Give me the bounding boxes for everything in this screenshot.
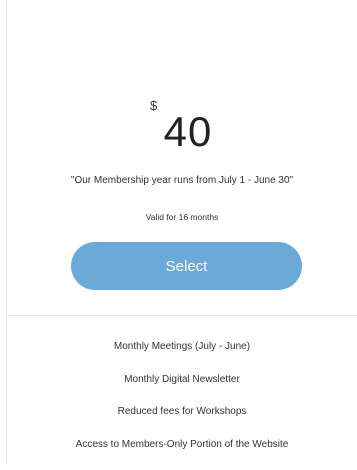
feature-list: Monthly Meetings (July - June) Monthly D… [7,340,357,470]
membership-year-note: "Our Membership year runs from July 1 - … [7,175,357,186]
divider [7,315,357,316]
feature-item: Monthly Meetings (July - June) [7,340,357,373]
feature-item: Monthly Digital Newsletter [7,373,357,406]
feature-item: Reduced fees for Workshops [7,405,357,438]
price-amount: 40 [7,108,357,156]
membership-plan-card: $ 40 "Our Membership year runs from July… [6,0,357,463]
select-button[interactable]: Select [71,242,302,290]
validity-text: Valid for 16 months [7,212,357,222]
price-block: $ 40 [7,92,357,162]
feature-item: Access to Members-Only Portion of the We… [7,438,357,470]
